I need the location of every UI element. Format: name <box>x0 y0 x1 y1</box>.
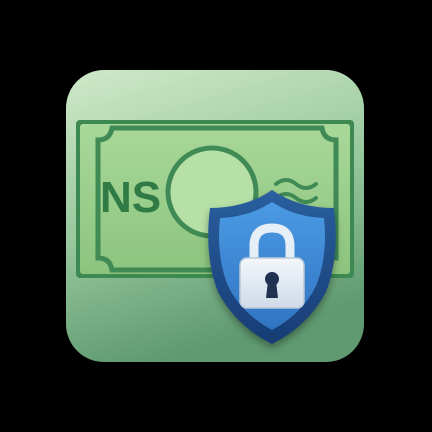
app-icon: NS <box>66 70 364 362</box>
bill-text: NS <box>100 173 161 222</box>
app-icon-stage: NS <box>0 0 432 432</box>
